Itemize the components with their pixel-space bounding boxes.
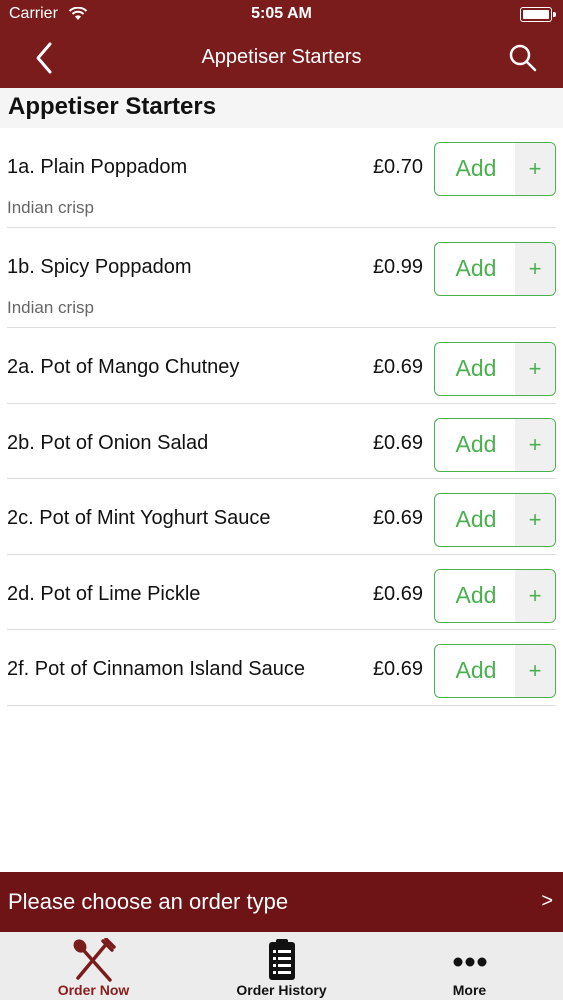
back-chevron-icon[interactable]: [28, 40, 64, 76]
add-button-label: Add: [455, 255, 497, 281]
item-name: 2c. Pot of Mint Yoghurt Sauce: [7, 507, 271, 529]
menu-item: 2d. Pot of Lime Pickle £0.69 Add +: [7, 555, 556, 630]
menu-item: 2b. Pot of Onion Salad £0.69 Add +: [7, 404, 556, 479]
tab-order-history[interactable]: Order History: [188, 932, 375, 1000]
item-name: 1b. Spicy Poppadom: [7, 256, 192, 278]
item-name: 2f. Pot of Cinnamon Island Sauce: [7, 658, 305, 680]
item-price: £0.69: [372, 582, 423, 605]
tab-label: Order History: [236, 982, 327, 998]
add-button-label: Add: [455, 430, 497, 457]
menu-item: 2f. Pot of Cinnamon Island Sauce £0.69 A…: [7, 630, 556, 706]
item-price: £0.70: [372, 156, 423, 178]
add-button-label: Add: [455, 506, 497, 532]
add-button[interactable]: Add +: [434, 142, 556, 196]
menu-item: 1a. Plain Poppadom £0.70 Indian crisp Ad…: [7, 128, 556, 228]
battery-icon: [520, 7, 556, 22]
plus-icon: +: [515, 418, 555, 471]
add-button-label: Add: [455, 355, 497, 381]
menu-item: 2c. Pot of Mint Yoghurt Sauce £0.69 Add …: [7, 479, 556, 555]
plus-icon: +: [515, 494, 555, 546]
menu-item: 2a. Pot of Mango Chutney £0.69 Add +: [7, 328, 556, 404]
item-price: £0.69: [372, 356, 423, 378]
item-name: 2a. Pot of Mango Chutney: [7, 356, 240, 378]
fork-spoon-icon: [73, 938, 116, 982]
add-button[interactable]: Add +: [434, 242, 556, 296]
clipboard-list-icon: [268, 939, 295, 980]
item-name: 1a. Plain Poppadom: [7, 156, 188, 178]
plus-icon: +: [515, 645, 555, 697]
add-button[interactable]: Add +: [434, 493, 556, 547]
status-bar: Carrier 5:05 AM: [0, 0, 563, 30]
plus-icon: +: [515, 143, 555, 195]
tab-bar: Order Now Order History More: [0, 932, 563, 1000]
section-header: Appetiser Starters: [0, 88, 563, 128]
navigation-bar: Appetiser Starters: [0, 30, 563, 88]
plus-icon: +: [515, 569, 555, 622]
order-type-label: Please choose an order type: [8, 889, 289, 914]
nav-title: Appetiser Starters: [201, 46, 362, 68]
add-button-label: Add: [455, 581, 497, 608]
tab-order-now[interactable]: Order Now: [0, 932, 187, 1000]
add-button[interactable]: Add +: [434, 417, 556, 472]
tab-label: More: [452, 982, 487, 998]
tab-label: Order Now: [57, 982, 130, 998]
item-price: £0.69: [372, 507, 423, 529]
add-button[interactable]: Add +: [434, 568, 556, 623]
item-description: Indian crisp: [7, 198, 94, 217]
add-button[interactable]: Add +: [434, 342, 556, 396]
menu-item: 1b. Spicy Poppadom £0.99 Indian crisp Ad…: [7, 228, 556, 328]
add-button-label: Add: [455, 155, 497, 181]
section-title: Appetiser Starters: [8, 93, 217, 120]
tab-more[interactable]: More: [376, 932, 563, 1000]
status-time: 5:05 AM: [251, 5, 312, 22]
add-button[interactable]: Add +: [434, 644, 556, 698]
item-price: £0.69: [372, 658, 423, 680]
item-name: 2d. Pot of Lime Pickle: [7, 582, 201, 605]
chevron-right-icon: >: [541, 890, 553, 912]
search-icon[interactable]: [507, 42, 539, 74]
item-name: 2b. Pot of Onion Salad: [7, 431, 209, 454]
plus-icon: +: [515, 243, 555, 295]
add-button-label: Add: [455, 657, 497, 683]
item-price: £0.69: [372, 431, 423, 454]
plus-icon: +: [515, 343, 555, 395]
more-dots-icon: [453, 957, 486, 967]
item-description: Indian crisp: [7, 298, 94, 317]
item-price: £0.99: [372, 256, 423, 278]
menu-item-list: 1a. Plain Poppadom £0.70 Indian crisp Ad…: [0, 128, 563, 706]
order-type-button[interactable]: Please choose an order type >: [0, 872, 563, 932]
